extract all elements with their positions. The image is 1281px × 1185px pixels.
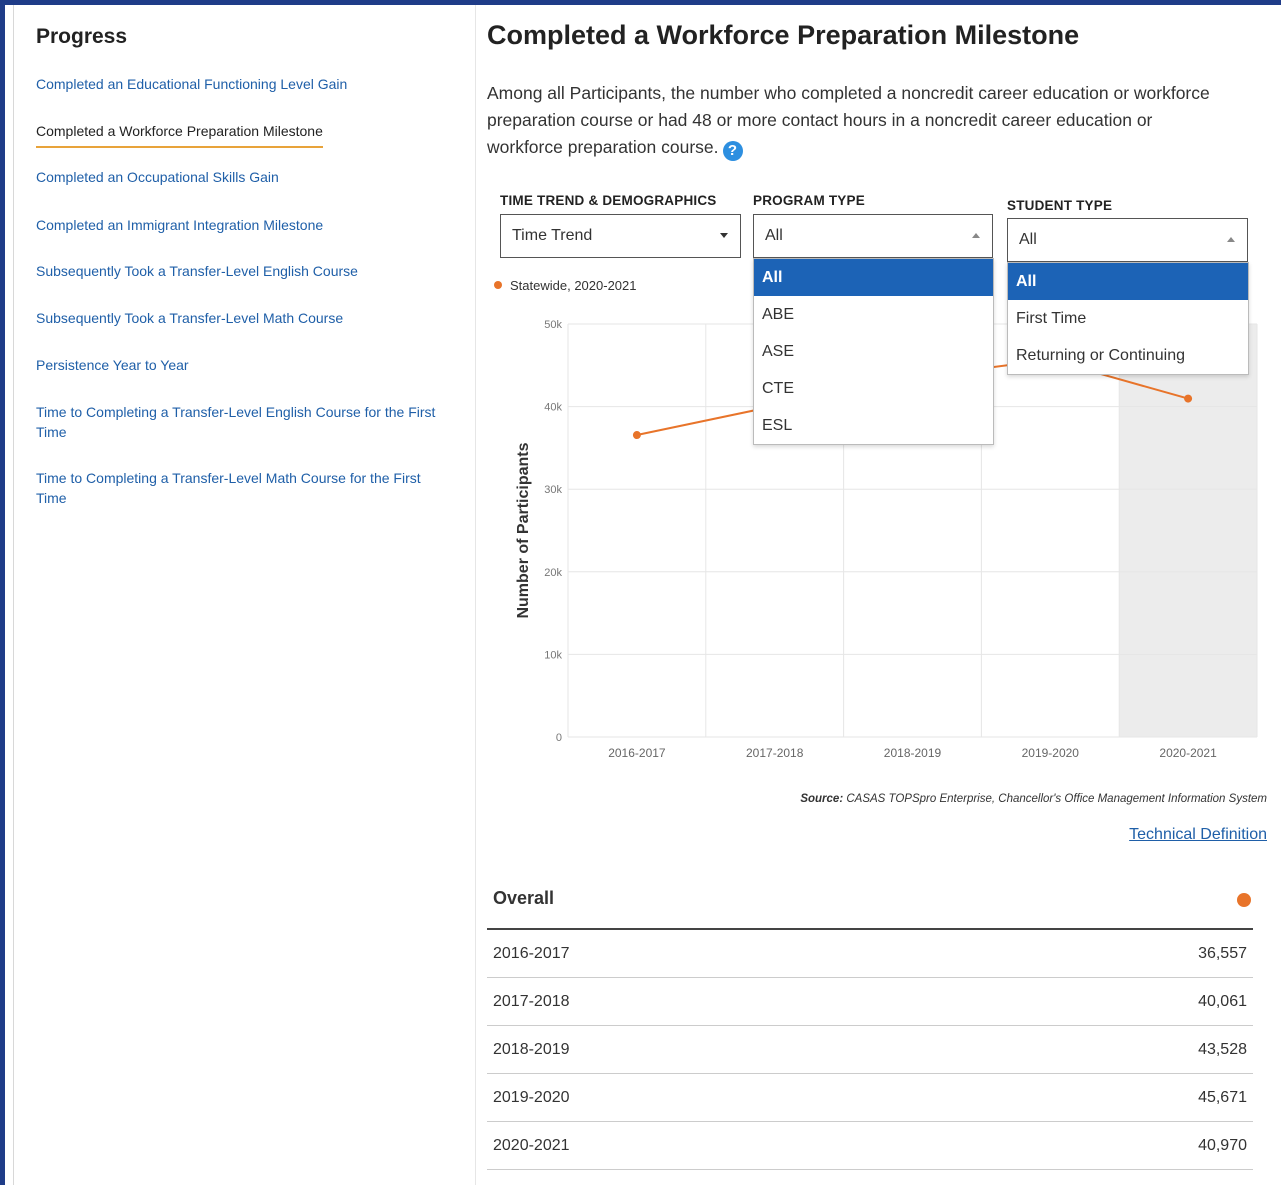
sidebar-item-workforce-preparation-milestone[interactable]: Completed a Workforce Preparation Milest… [36,121,323,148]
question-circle-icon[interactable]: ? [722,141,743,161]
program-type-select[interactable]: All [753,214,993,258]
data-point [1184,394,1193,403]
y-tick-label: 50k [544,319,562,331]
program-type-option-abe[interactable]: ABE [754,296,993,333]
row-value: 43,528 [1198,1041,1247,1058]
y-tick-label: 10k [544,649,562,661]
row-year: 2019-2020 [493,1089,570,1106]
x-tick-label: 2017-2018 [746,746,804,760]
y-tick-label: 40k [544,402,562,414]
y-tick-label: 30k [544,484,562,496]
row-year: 2018-2019 [493,1041,570,1058]
technical-definition-link[interactable]: Technical Definition [1129,826,1267,844]
sidebar-item-occupational-skills-gain[interactable]: Completed an Occupational Skills Gain [36,167,446,187]
source-note: Source: CASAS TOPSpro Enterprise, Chance… [800,793,1267,805]
chevron-down-icon [720,233,728,238]
time-trend-label: TIME TREND & DEMOGRAPHICS [500,193,717,208]
time-trend-select[interactable]: Time Trend [500,214,741,258]
row-value: 45,671 [1198,1089,1247,1106]
program-type-option-ase[interactable]: ASE [754,333,993,370]
page-title: Completed a Workforce Preparation Milest… [487,20,1080,50]
student-type-option-all[interactable]: All [1008,263,1248,300]
time-trend-value: Time Trend [512,227,593,244]
student-type-option-first-time[interactable]: First Time [1008,300,1248,337]
description-text: Among all Participants, the number who c… [487,83,1210,157]
x-tick-label: 2018-2019 [884,746,942,760]
sidebar-title: Progress [36,25,128,48]
x-tick-label: 2016-2017 [608,746,666,760]
series-dot-icon [1237,893,1251,907]
y-tick-label: 0 [556,732,562,744]
row-value: 36,557 [1198,945,1247,962]
program-type-dropdown: All ABE ASE CTE ESL [753,258,994,445]
program-type-label: PROGRAM TYPE [753,193,865,208]
sidebar-item-educational-functioning-level-gain[interactable]: Completed an Educational Functioning Lev… [36,74,446,94]
data-table: Overall 2016-2017 36,557 2017-2018 40,061 … [487,873,1253,1170]
table-row: 2020-2021 40,970 [487,1122,1253,1170]
table-row: 2017-2018 40,061 [487,978,1253,1026]
x-tick-label: 2020-2021 [1159,746,1217,760]
legend-label: Statewide, 2020-2021 [510,278,637,293]
table-header: Overall [487,873,1253,930]
source-prefix: Source: [800,793,844,805]
program-type-option-all[interactable]: All [754,259,993,296]
chevron-up-icon [1227,237,1235,242]
sidebar-item-time-to-english[interactable]: Time to Completing a Transfer-Level Engl… [36,402,446,442]
table-row: 2018-2019 43,528 [487,1026,1253,1074]
x-tick-label: 2019-2020 [1022,746,1080,760]
student-type-option-returning[interactable]: Returning or Continuing [1008,337,1248,374]
student-type-label: STUDENT TYPE [1007,198,1113,213]
row-year: 2016-2017 [493,945,570,962]
sidebar-item-immigrant-integration-milestone[interactable]: Completed an Immigrant Integration Miles… [36,215,446,235]
table-row: 2019-2020 45,671 [487,1074,1253,1122]
table-row: 2016-2017 36,557 [487,930,1253,978]
y-axis-title: Number of Participants [515,442,532,618]
row-year: 2017-2018 [493,993,570,1010]
program-type-option-cte[interactable]: CTE [754,370,993,407]
y-tick-label: 20k [544,567,562,579]
row-value: 40,970 [1198,1137,1247,1154]
sidebar: Progress Completed an Educational Functi… [14,5,476,1185]
row-year: 2020-2021 [493,1137,570,1154]
table-header-label: Overall [493,888,555,908]
sidebar-item-label: Completed a Workforce Preparation Milest… [36,123,323,139]
sidebar-item-transfer-english[interactable]: Subsequently Took a Transfer-Level Engli… [36,261,446,281]
chevron-up-icon [972,233,980,238]
sidebar-item-transfer-math[interactable]: Subsequently Took a Transfer-Level Math … [36,308,446,328]
sidebar-item-persistence[interactable]: Persistence Year to Year [36,355,446,375]
legend-marker [494,281,502,289]
student-type-value: All [1019,231,1037,248]
source-text: CASAS TOPSpro Enterprise, Chancellor's O… [846,793,1267,805]
row-value: 40,061 [1198,993,1247,1010]
chart-legend: Statewide, 2020-2021 [494,278,636,293]
program-type-option-esl[interactable]: ESL [754,407,993,444]
page-description: Among all Participants, the number who c… [487,80,1227,161]
student-type-dropdown: All First Time Returning or Continuing [1007,262,1249,375]
active-indicator [36,146,323,148]
program-type-value: All [765,227,783,244]
student-type-select[interactable]: All [1007,218,1248,262]
sidebar-item-time-to-math[interactable]: Time to Completing a Transfer-Level Math… [36,468,446,508]
data-point [632,431,641,440]
